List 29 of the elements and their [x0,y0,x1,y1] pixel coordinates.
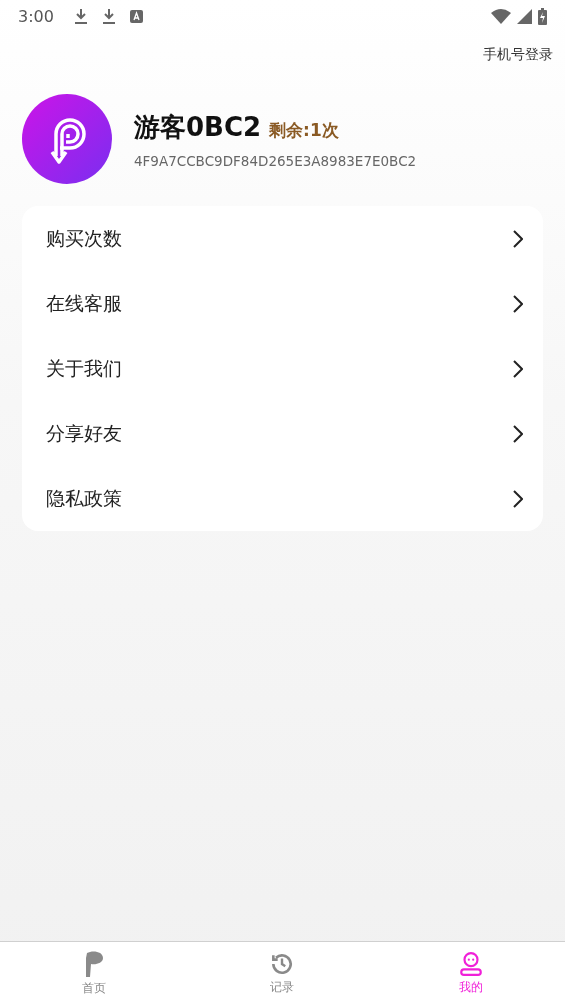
chevron-right-icon [513,294,523,313]
phone-login-link[interactable]: 手机号登录 [483,46,553,64]
nav-tab[interactable]: 首页 [0,942,189,1004]
menu-item[interactable]: 关于我们 [22,336,543,401]
nav-tab[interactable]: 我的 [376,942,565,1004]
remaining-count: 剩余:1次 [269,118,339,142]
menu-item[interactable]: 隐私政策 [22,466,543,531]
menu-item[interactable]: 购买次数 [22,206,543,271]
menu-item[interactable]: 分享好友 [22,401,543,466]
chevron-right-icon [513,359,523,378]
user-name: 游客0BC2 [134,110,262,144]
user-icon [457,950,484,977]
chevron-right-icon [513,424,523,443]
nav-tab[interactable]: 记录 [188,942,377,1004]
tab-label: 首页 [82,979,107,997]
battery-icon [538,7,547,25]
menu-item[interactable]: 在线客服 [22,271,543,336]
tab-label: 我的 [458,978,483,996]
tab-label: 记录 [270,978,295,996]
chevron-right-icon [513,489,523,508]
keyboard-icon [129,9,143,23]
chevron-right-icon [513,229,523,248]
status-time: 3:00 [18,6,54,26]
download-icon [73,8,88,24]
download-icon [101,8,116,24]
wifi-icon [491,8,511,24]
signal-icon [517,8,532,24]
device-id: 4F9A7CCBC9DF84D265E3A8983E7E0BC2 [134,152,417,169]
brush-letter-icon [83,949,106,978]
